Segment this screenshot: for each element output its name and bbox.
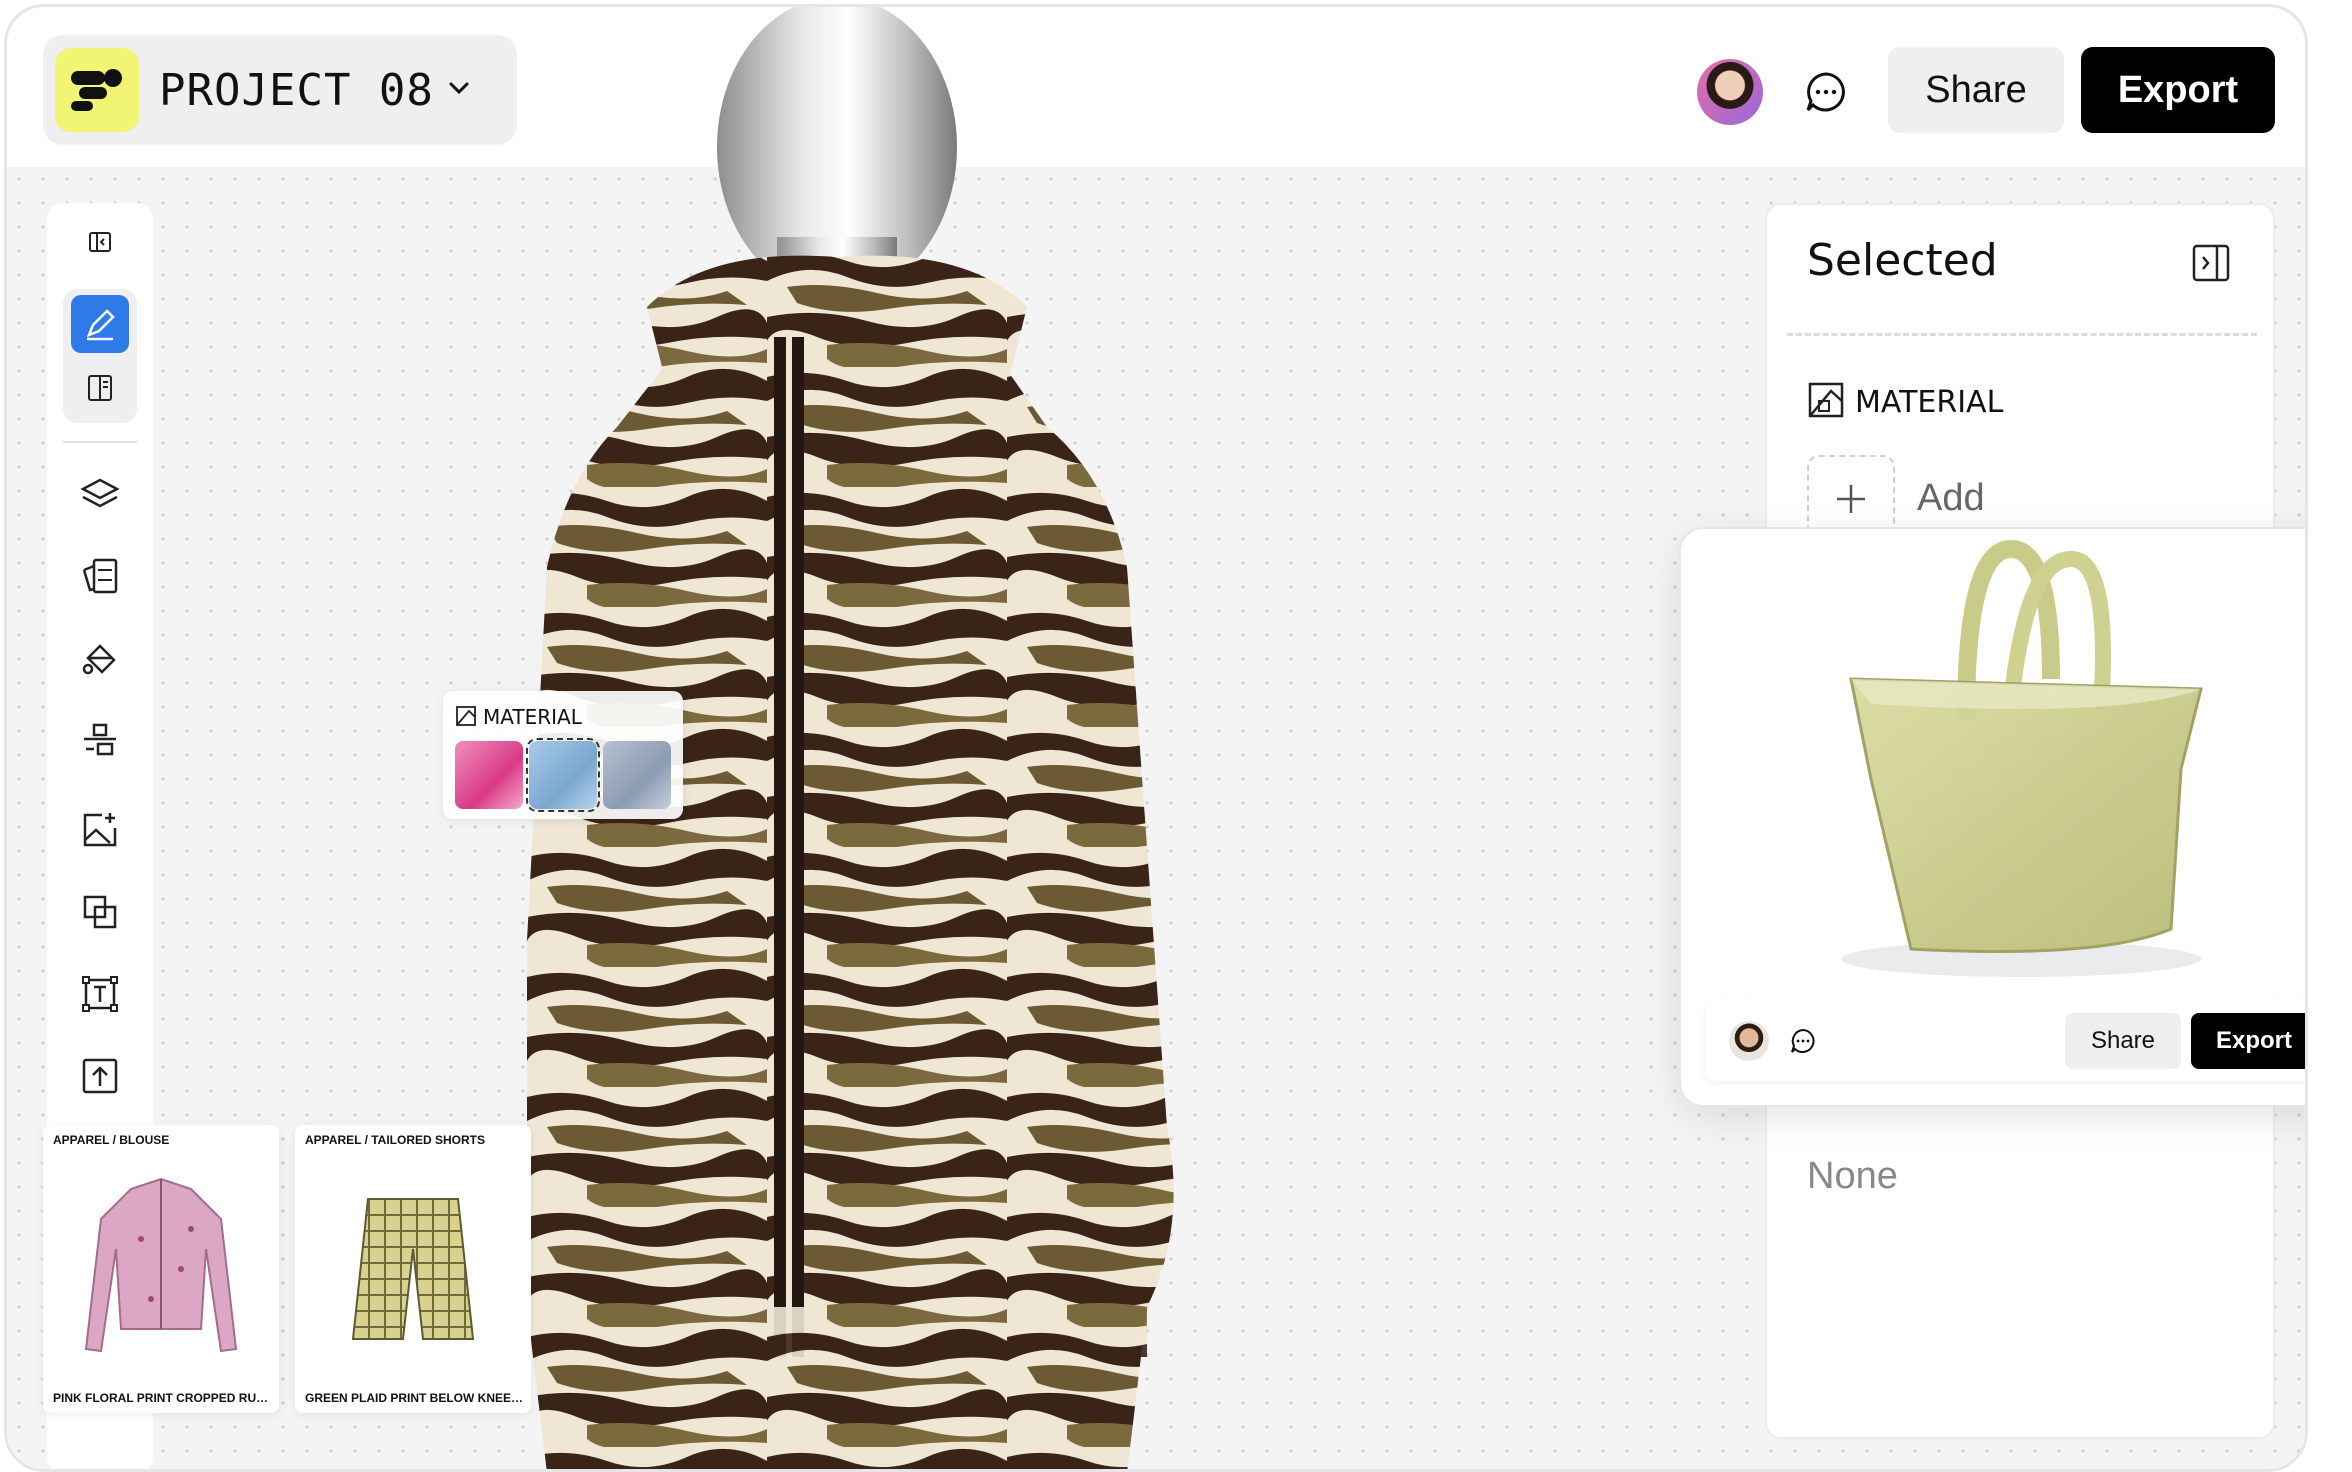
bag-card-toolbar: Share Export: [1705, 1001, 2305, 1081]
product-category: APPAREL / TAILORED SHORTS: [305, 1133, 486, 1147]
material-section-label: MATERIAL: [1855, 385, 2004, 420]
add-material-label[interactable]: Add: [1917, 477, 1985, 520]
comments-icon[interactable]: [1789, 1027, 1817, 1055]
material-library-icon[interactable]: [75, 551, 125, 601]
notes-icon[interactable]: [75, 363, 125, 413]
material-swatch-blue[interactable]: [526, 738, 600, 812]
collapse-sidebar-icon[interactable]: [75, 217, 125, 267]
material-label: MATERIAL: [483, 705, 582, 729]
duplicate-icon[interactable]: [75, 887, 125, 937]
material-popover: MATERIAL: [443, 691, 683, 819]
material-icon: [1807, 381, 1845, 419]
add-image-icon[interactable]: [75, 805, 125, 855]
bag-export-button[interactable]: Export: [2191, 1013, 2305, 1069]
app-window: PROJECT 08 Share Export MATERIAL Selecte…: [4, 4, 2308, 1472]
project-title: PROJECT 08: [159, 64, 434, 116]
text-frame-icon[interactable]: [75, 969, 125, 1019]
material-icon: [455, 705, 477, 732]
product-card[interactable]: APPAREL / TAILORED SHORTS GREEN PLAID PR…: [295, 1125, 531, 1413]
collaborator-avatar[interactable]: [1729, 1021, 1769, 1061]
panel-title: Selected: [1807, 235, 1998, 286]
pen-tool-button[interactable]: [71, 295, 129, 353]
jacket-render[interactable]: [509, 7, 1767, 1472]
none-label: None: [1807, 1155, 1898, 1197]
bag-share-button[interactable]: Share: [2065, 1013, 2181, 1069]
bag-preview-card[interactable]: Share Export: [1679, 527, 2305, 1107]
product-card[interactable]: APPAREL / BLOUSE PINK FLORAL PRINT CROPP…: [43, 1125, 279, 1413]
tote-bag-render: [1841, 539, 2203, 977]
paint-bucket-icon[interactable]: [75, 633, 125, 683]
layers-icon[interactable]: [75, 469, 125, 519]
material-swatch-pink[interactable]: [455, 741, 523, 809]
panel-divider: [1787, 333, 2257, 336]
export-button[interactable]: Export: [2081, 47, 2275, 133]
project-selector[interactable]: PROJECT 08: [43, 35, 517, 145]
material-swatch-slate[interactable]: [603, 741, 671, 809]
comments-icon[interactable]: [1803, 69, 1849, 115]
shorts-thumbnail: [351, 1198, 475, 1340]
product-name: PINK FLORAL PRINT CROPPED RUCHED...: [53, 1391, 273, 1405]
collapse-panel-icon[interactable]: [2191, 243, 2231, 283]
3d-viewport[interactable]: [509, 7, 1767, 1472]
upload-icon[interactable]: [75, 1051, 125, 1101]
toolbar-divider: [63, 441, 137, 443]
blouse-thumbnail: [84, 1177, 238, 1353]
align-icon[interactable]: [75, 715, 125, 765]
share-button[interactable]: Share: [1888, 47, 2064, 133]
chevron-down-icon[interactable]: [448, 81, 470, 100]
app-logo: [55, 48, 139, 132]
user-avatar[interactable]: [1697, 59, 1763, 125]
product-name: GREEN PLAID PRINT BELOW KNEE WIDE...: [305, 1391, 525, 1405]
product-category: APPAREL / BLOUSE: [53, 1133, 170, 1147]
plus-icon: [1837, 485, 1865, 513]
